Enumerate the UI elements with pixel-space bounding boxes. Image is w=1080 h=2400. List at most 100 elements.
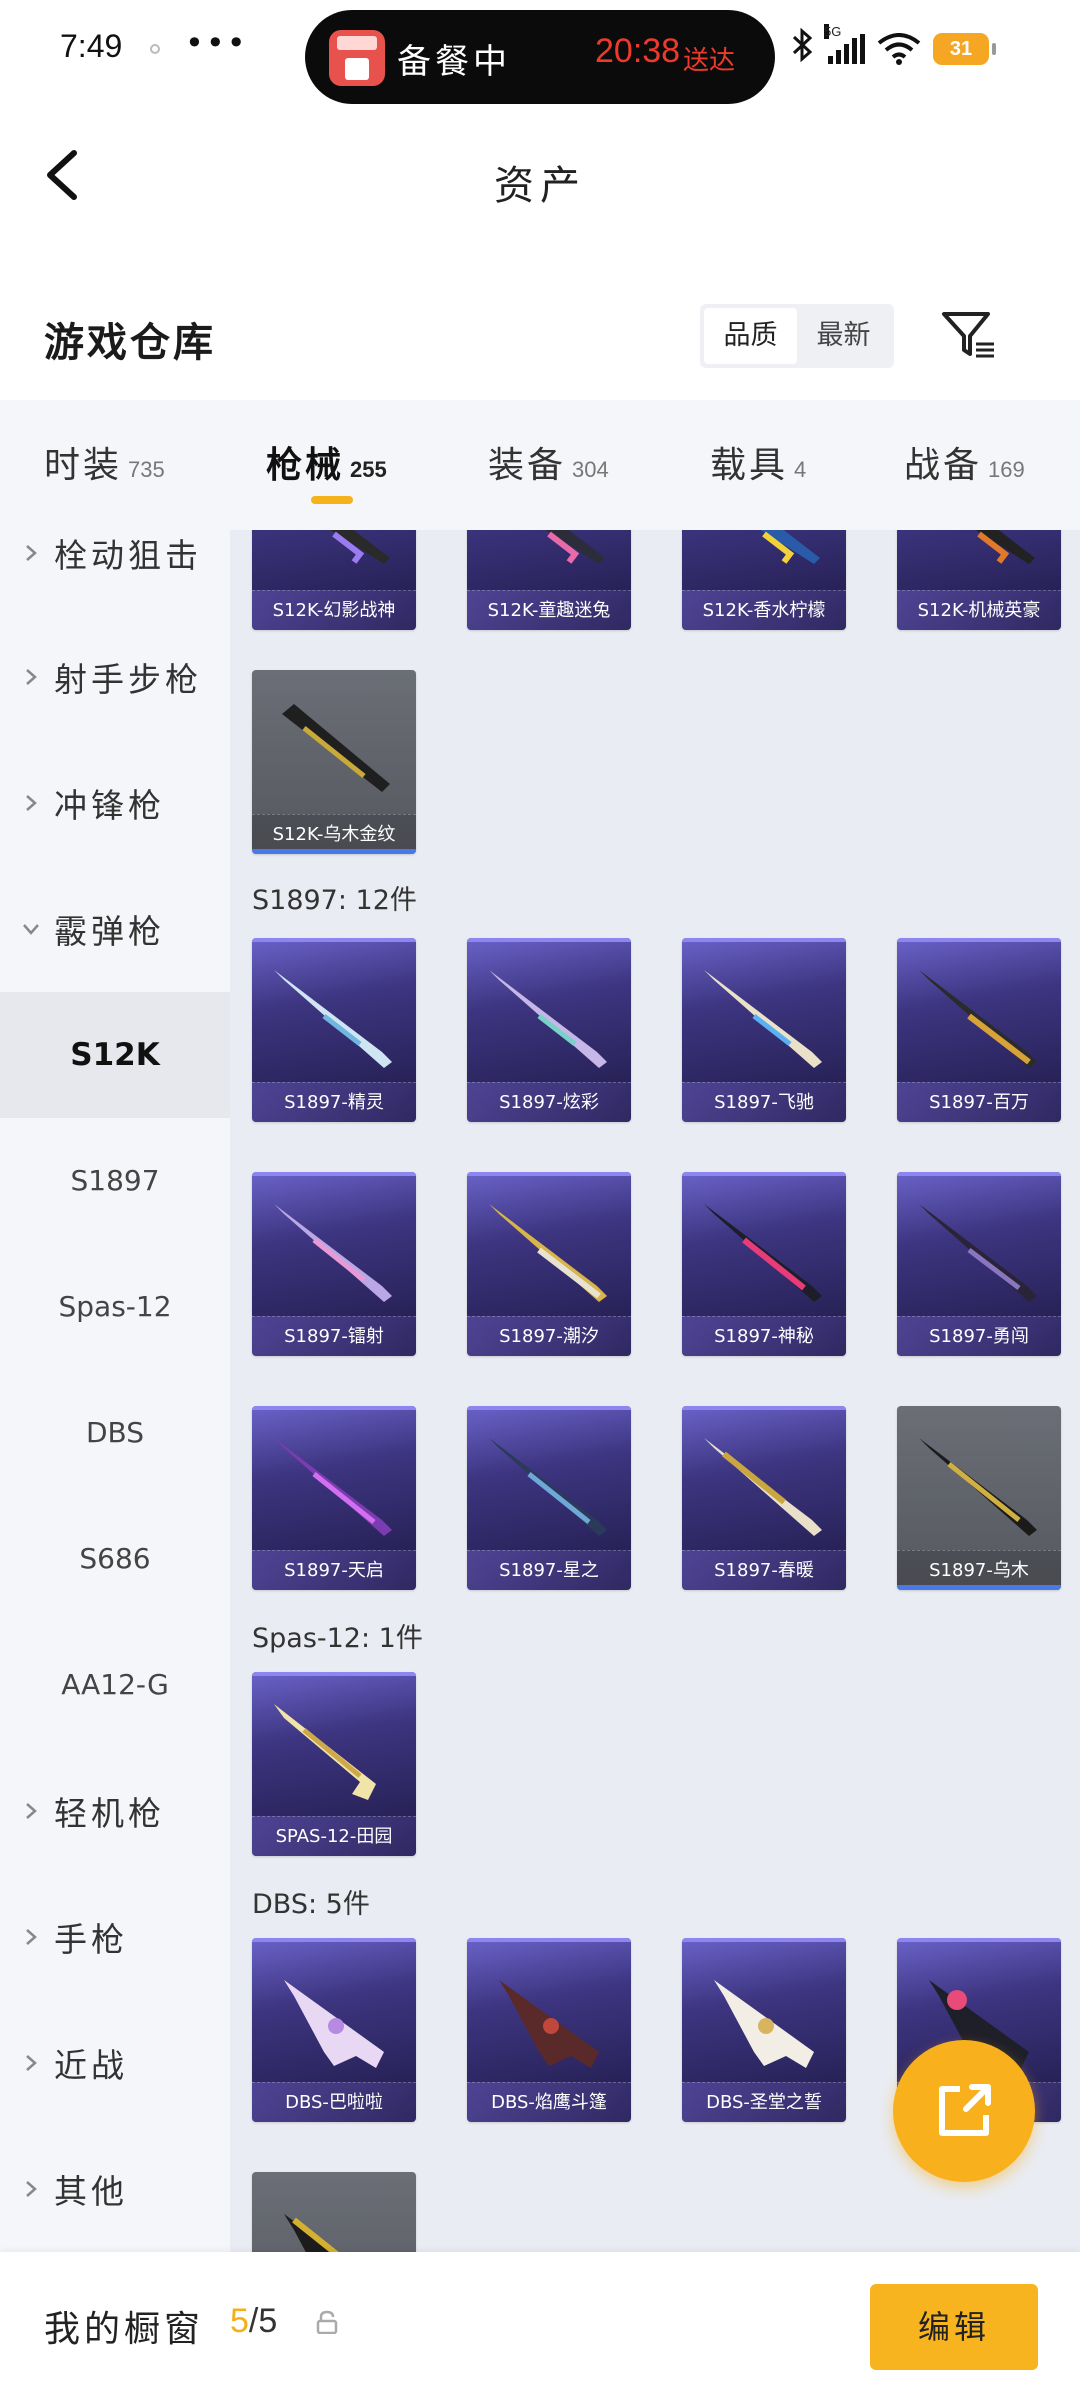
sidebar-subitem-s686[interactable]: S686 <box>0 1496 230 1622</box>
skin-name: S1897-神秘 <box>682 1316 846 1356</box>
skin-card[interactable]: S1897-飞驰 <box>682 938 846 1122</box>
shotgun-icon <box>704 1204 822 1302</box>
shotgun-icon <box>330 530 390 564</box>
section-title-dbs: DBS: 5件 <box>252 1889 370 1920</box>
shotgun-icon <box>274 1704 376 1800</box>
chevron-right-icon <box>22 668 40 686</box>
warehouse-header: 游戏仓库 品质 最新 <box>0 280 1080 390</box>
skin-card[interactable]: S12K-幻影战神 <box>252 530 416 630</box>
skin-name: S12K-幻影战神 <box>252 590 416 630</box>
filter-button[interactable] <box>938 304 998 364</box>
sidebar-subitem-s1897[interactable]: S1897 <box>0 1118 230 1244</box>
skin-card[interactable]: S1897-勇闯 <box>897 1172 1061 1356</box>
sort-newest-button[interactable]: 最新 <box>797 308 890 364</box>
chevron-right-icon <box>22 2180 40 2198</box>
section-title-spas12: Spas-12: 1件 <box>252 1623 423 1654</box>
chevron-right-icon <box>22 1802 40 1820</box>
shotgun-icon <box>545 530 605 564</box>
sidebar-subitem-dbs[interactable]: DBS <box>0 1370 230 1496</box>
sidebar-item-smg[interactable]: 冲锋枪 <box>0 740 230 866</box>
sidebar-item-lmg[interactable]: 轻机枪 <box>0 1748 230 1874</box>
skin-name: SPAS-12-田园 <box>252 1816 416 1856</box>
sidebar-item-shotgun[interactable]: 霰弹枪 <box>0 866 230 992</box>
sidebar-subitem-aa12g[interactable]: AA12-G <box>0 1622 230 1748</box>
shotgun-icon <box>489 1204 607 1302</box>
shotgun-icon <box>704 1438 822 1536</box>
skin-name: S1897-炫彩 <box>467 1082 631 1122</box>
external-link-icon <box>939 2084 991 2136</box>
shotgun-icon <box>274 1438 392 1536</box>
shotgun-icon <box>760 530 820 564</box>
skin-card[interactable]: S1897-乌木 <box>897 1406 1061 1590</box>
shotgun-icon <box>714 1980 814 2068</box>
skin-name: S1897-勇闯 <box>897 1316 1061 1356</box>
status-bar: 7:49 ••• 备餐中 20:38 送达 5G 31 <box>0 0 1080 104</box>
lock-icon <box>316 2310 338 2335</box>
store-icon <box>329 30 385 86</box>
sidebar-subitem-s12k[interactable]: S12K <box>0 992 230 1118</box>
skin-card[interactable]: S1897-天启 <box>252 1406 416 1590</box>
skin-card[interactable]: DBS-巴啦啦 <box>252 1938 416 2122</box>
tab-vehicles[interactable]: 载具 4 <box>710 436 806 496</box>
skin-card[interactable]: S1897-潮汐 <box>467 1172 631 1356</box>
showcase-title: 我的橱窗 <box>44 2309 205 2350</box>
sidebar-item-pistol[interactable]: 手枪 <box>0 1874 230 2000</box>
skin-card[interactable]: S1897-星之 <box>467 1406 631 1590</box>
skin-name: S1897-星之 <box>467 1550 631 1590</box>
skin-name: S1897-潮汐 <box>467 1316 631 1356</box>
skin-name: DBS-焰鹰斗篷 <box>467 2082 631 2122</box>
skin-card[interactable]: SPAS-12-田园 <box>252 1672 416 1856</box>
sort-toggle: 品质 最新 <box>700 304 894 368</box>
tab-fashion[interactable]: 时装 735 <box>44 436 165 496</box>
skin-card[interactable]: S12K-乌木金纹 <box>252 670 416 854</box>
skin-name: DBS-巴啦啦 <box>252 2082 416 2122</box>
sidebar-item-melee[interactable]: 近战 <box>0 2000 230 2126</box>
section-title-s1897: S1897: 12件 <box>252 885 417 916</box>
chevron-right-icon <box>22 544 40 562</box>
skin-card[interactable]: S1897-炫彩 <box>467 938 631 1122</box>
sidebar-item-other[interactable]: 其他 <box>0 2126 230 2252</box>
shotgun-icon <box>499 1980 599 2068</box>
sidebar-item-bolt-action-sniper[interactable]: 栓动狙击 <box>0 530 230 616</box>
bluetooth-icon <box>790 27 816 71</box>
sort-quality-button[interactable]: 品质 <box>704 308 797 364</box>
edit-button[interactable]: 编辑 <box>870 2284 1038 2370</box>
skin-name: S1897-天启 <box>252 1550 416 1590</box>
sidebar-subitem-spas12[interactable]: Spas-12 <box>0 1244 230 1370</box>
category-tabs: 时装 735 枪械 255 装备 304 载具 4 战备 169 <box>0 400 1080 530</box>
live-activity-island[interactable]: 备餐中 20:38 送达 <box>305 10 775 104</box>
shotgun-icon <box>274 970 392 1068</box>
skin-name: S12K-香水柠檬 <box>682 590 846 630</box>
chevron-right-icon <box>22 2054 40 2072</box>
skin-card[interactable]: DBS-圣堂之誓 <box>682 1938 846 2122</box>
skin-name: S1897-春暖 <box>682 1550 846 1590</box>
warehouse-title: 游戏仓库 <box>44 319 216 366</box>
tab-equipment[interactable]: 装备 304 <box>488 436 609 496</box>
skin-card[interactable]: S1897-百万 <box>897 938 1061 1122</box>
tab-firearms[interactable]: 枪械 255 <box>266 436 387 496</box>
skin-card[interactable] <box>252 2172 416 2252</box>
shotgun-icon <box>282 704 390 792</box>
shotgun-icon <box>284 1980 384 2068</box>
skin-name: S1897-飞驰 <box>682 1082 846 1122</box>
shotgun-icon <box>489 1438 607 1536</box>
shotgun-icon <box>274 1204 392 1302</box>
delivery-label: 送达 <box>683 46 736 76</box>
skin-card[interactable]: S12K-香水柠檬 <box>682 530 846 630</box>
skin-card[interactable]: S1897-镭射 <box>252 1172 416 1356</box>
skin-name: S12K-机械英豪 <box>897 590 1061 630</box>
skin-card[interactable]: S12K-机械英豪 <box>897 530 1061 630</box>
skin-card[interactable]: S1897-神秘 <box>682 1172 846 1356</box>
skin-card[interactable]: S1897-精灵 <box>252 938 416 1122</box>
skin-card[interactable]: S1897-春暖 <box>682 1406 846 1590</box>
notification-dot-icon <box>150 44 160 54</box>
sidebar-item-marksman-rifle[interactable]: 射手步枪 <box>0 614 230 740</box>
filter-icon <box>942 312 994 358</box>
tab-battle-gear[interactable]: 战备 169 <box>904 436 1025 496</box>
share-button[interactable] <box>893 2040 1035 2182</box>
skin-card[interactable]: S12K-童趣迷兔 <box>467 530 631 630</box>
shotgun-icon <box>975 530 1035 564</box>
skin-name: DBS-圣堂之誓 <box>682 2082 846 2122</box>
skin-name: S12K-乌木金纹 <box>252 814 416 854</box>
skin-card[interactable]: DBS-焰鹰斗篷 <box>467 1938 631 2122</box>
